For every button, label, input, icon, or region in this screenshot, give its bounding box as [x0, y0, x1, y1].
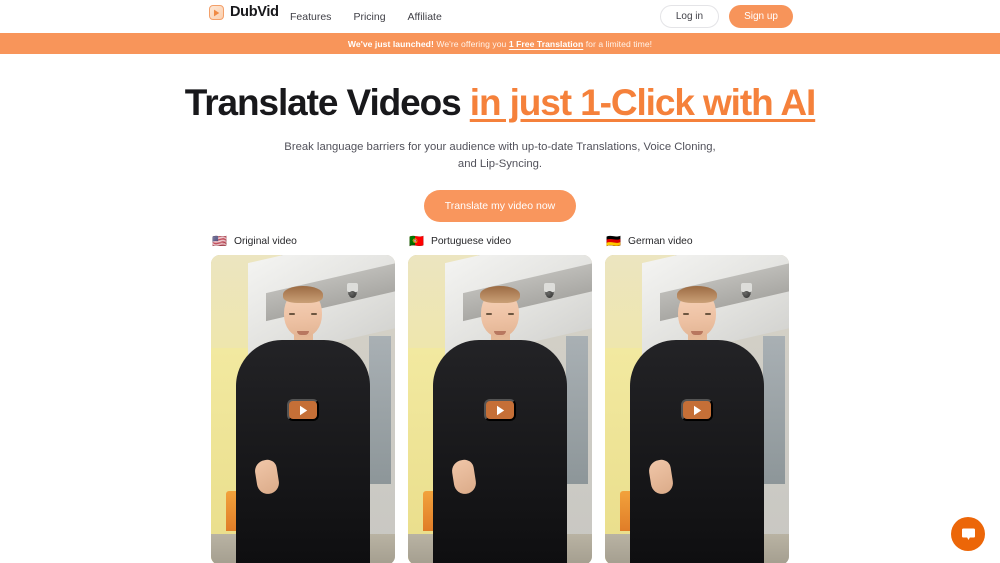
subhead-line-1: Break language barriers for your audienc…	[284, 140, 716, 153]
video-label-text: Portuguese video	[430, 235, 512, 247]
chat-bubble-icon[interactable]	[951, 517, 985, 551]
page-title: Translate Videos in just 1-Click with AI	[0, 82, 1000, 125]
subhead-line-2: and Lip-Syncing.	[457, 158, 543, 171]
top-navigation-bar: DubVid Features Pricing Affiliate Log in…	[0, 0, 1000, 33]
hero-section: Translate Videos in just 1-Click with AI…	[0, 54, 1000, 223]
video-label-text: Original video	[233, 235, 297, 247]
free-translation-link[interactable]: 1 Free Translation	[509, 39, 583, 49]
headline-accent: in just 1-Click with AI	[469, 82, 817, 123]
nav-link-affiliate[interactable]: Affiliate	[408, 11, 442, 23]
video-label-text: German video	[627, 235, 693, 247]
play-icon[interactable]	[681, 399, 713, 421]
video-label-german: 🇩🇪 German video	[605, 232, 789, 250]
video-thumbnail-portuguese[interactable]	[408, 255, 592, 563]
signup-button[interactable]: Sign up	[729, 5, 793, 28]
announcement-bold-prefix: We've just launched!	[347, 38, 434, 49]
flag-portugal-icon: 🇵🇹	[409, 234, 424, 248]
announcement-suffix: for a limited time!	[583, 38, 653, 49]
play-icon[interactable]	[484, 399, 516, 421]
video-thumbnail-german[interactable]	[605, 255, 789, 563]
nav-link-pricing[interactable]: Pricing	[353, 11, 385, 23]
brand-name: DubVid	[230, 4, 279, 21]
announcement-middle: We're offering you	[433, 38, 509, 49]
announcement-text: We've just launched! We're offering you …	[348, 39, 652, 49]
brand-logo-link[interactable]: DubVid	[209, 5, 279, 20]
video-label-portuguese: 🇵🇹 Portuguese video	[408, 232, 592, 250]
flag-germany-icon: 🇩🇪	[606, 234, 621, 248]
video-thumbnail-original[interactable]	[211, 255, 395, 563]
landing-page: DubVid Features Pricing Affiliate Log in…	[0, 0, 1000, 563]
flag-united-states-icon: 🇺🇸	[212, 234, 227, 248]
nav-link-features[interactable]: Features	[290, 11, 331, 23]
video-comparison-row: 🇺🇸 Original video 🇵🇹 Portuguese video 🇩🇪…	[211, 232, 789, 563]
play-icon[interactable]	[287, 399, 319, 421]
video-card-original: 🇺🇸 Original video	[211, 232, 395, 563]
play-triangle-icon	[209, 5, 224, 20]
video-label-original: 🇺🇸 Original video	[211, 232, 395, 250]
nav-actions: Log in Sign up	[659, 0, 793, 33]
nav-links: Features Pricing Affiliate	[290, 0, 442, 33]
headline-plain: Translate Videos	[184, 82, 470, 123]
announcement-banner[interactable]: We've just launched! We're offering you …	[0, 33, 1000, 54]
login-button[interactable]: Log in	[659, 5, 720, 28]
cta-container: Translate my video now	[0, 189, 1000, 223]
video-card-german: 🇩🇪 German video	[605, 232, 789, 563]
hero-subheadline: Break language barriers for your audienc…	[0, 139, 1000, 174]
translate-my-video-button[interactable]: Translate my video now	[423, 189, 577, 223]
video-card-portuguese: 🇵🇹 Portuguese video	[408, 232, 592, 563]
